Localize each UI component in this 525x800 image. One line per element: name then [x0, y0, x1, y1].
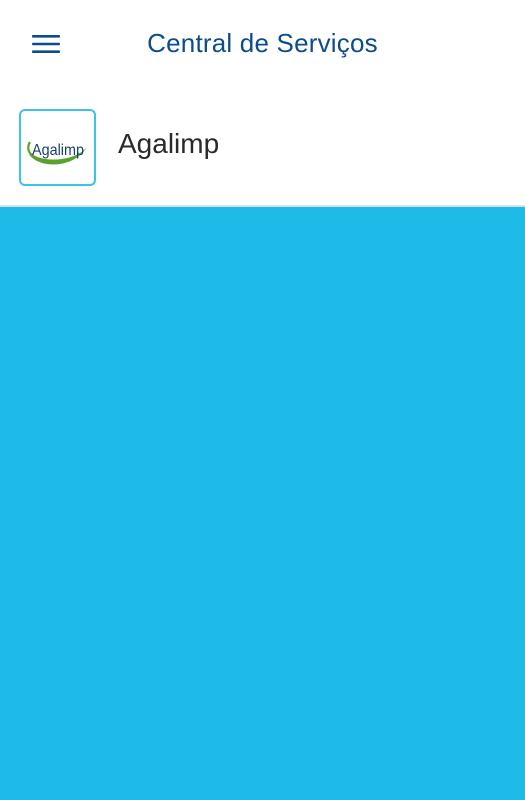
menu-button[interactable]: [20, 22, 72, 66]
content-area: [0, 207, 525, 800]
logo-text: Agalimp: [32, 142, 84, 159]
app-screen: Central de Serviços Agalimp Agalimp: [0, 0, 525, 800]
agalimp-logo-icon: Agalimp: [27, 141, 87, 165]
top-app-bar: Central de Serviços: [0, 0, 525, 86]
company-name: Agalimp: [118, 128, 220, 159]
company-logo: Agalimp: [19, 109, 96, 186]
page-title: Central de Serviços: [147, 27, 378, 58]
company-header[interactable]: Agalimp Agalimp: [0, 86, 525, 206]
hamburger-menu-icon: [32, 35, 60, 53]
